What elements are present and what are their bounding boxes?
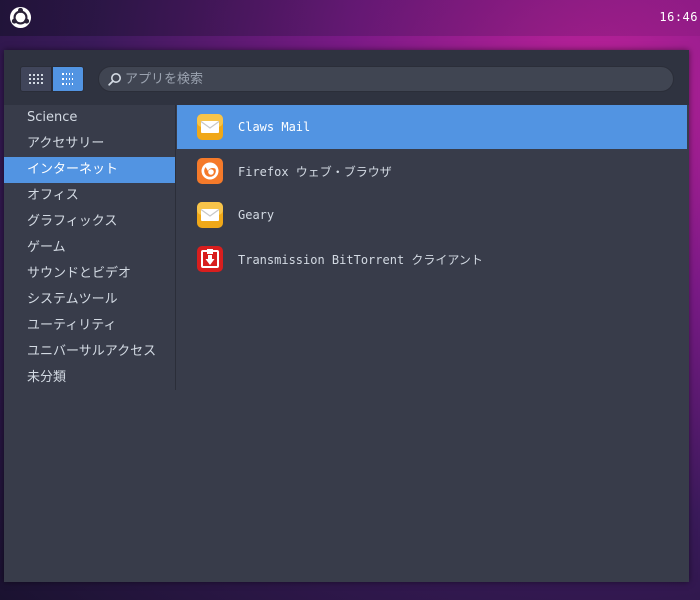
category-item-uncategorized[interactable]: 未分類 [4,365,175,391]
category-item-science[interactable]: Science [4,105,175,131]
category-item-games[interactable]: ゲーム [4,235,175,261]
list-view-icon [62,73,73,85]
app-menu-popover: Science アクセサリー インターネット オフィス グラフィックス ゲーム … [4,50,689,582]
app-item-geary[interactable]: Geary [177,193,687,237]
category-item-universal-access[interactable]: ユニバーサルアクセス [4,339,175,365]
category-item-system-tools[interactable]: システムツール [4,287,175,313]
app-item-transmission[interactable]: Transmission BitTorrent クライアント [177,237,687,281]
category-item-internet[interactable]: インターネット [4,157,175,183]
mail-envelope-icon [197,114,223,140]
menu-toolbar [4,50,689,105]
search-box[interactable] [98,66,674,92]
category-item-accessories[interactable]: アクセサリー [4,131,175,157]
app-label: Transmission BitTorrent クライアント [238,252,483,267]
app-item-firefox[interactable]: Firefox ウェブ・ブラウザ [177,149,687,193]
top-panel: 16:46 [0,0,700,36]
category-item-sound-video[interactable]: サウンドとビデオ [4,261,175,287]
firefox-icon [197,158,223,184]
grid-view-icon [29,74,43,84]
app-label: Geary [238,208,275,222]
transmission-icon [197,246,223,272]
app-item-claws-mail[interactable]: Claws Mail [177,105,687,149]
category-item-graphics[interactable]: グラフィックス [4,209,175,235]
list-view-button[interactable] [52,66,84,92]
grid-view-button[interactable] [20,66,52,92]
ubuntu-budgie-logo-icon[interactable] [9,6,32,29]
search-input[interactable] [125,67,665,91]
category-divider [175,105,176,390]
search-icon [108,73,121,86]
app-list: Claws Mail Firefox ウェブ・ブラウザ Geary Transm… [177,105,687,281]
mail-envelope-icon [197,202,223,228]
app-label: Claws Mail [238,120,311,134]
app-label: Firefox ウェブ・ブラウザ [238,164,392,179]
category-list: Science アクセサリー インターネット オフィス グラフィックス ゲーム … [4,105,175,582]
category-item-utilities[interactable]: ユーティリティ [4,313,175,339]
clock[interactable]: 16:46 [659,10,698,24]
category-item-office[interactable]: オフィス [4,183,175,209]
